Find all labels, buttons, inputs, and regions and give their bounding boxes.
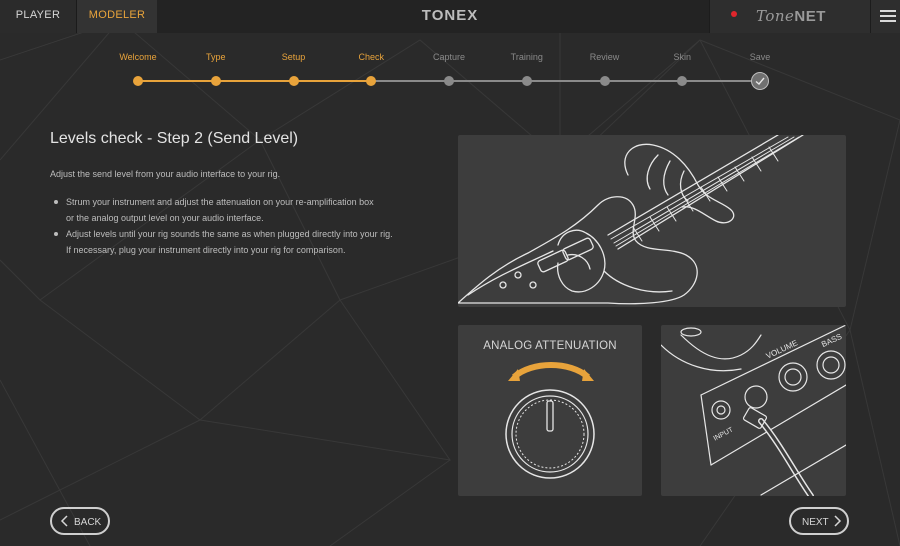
checkmark-icon: [755, 77, 765, 85]
list-item-line: Adjust levels until your rig sounds the …: [66, 229, 393, 239]
chevron-left-icon: [60, 515, 68, 527]
guitar-strumming-illustration: [458, 135, 846, 307]
step-label-skin: Skin: [673, 52, 691, 62]
step-label-save: Save: [749, 52, 771, 62]
tonenet-logo-script: Tone: [756, 7, 795, 25]
stepper-connector: [215, 80, 294, 82]
step-dot-welcome[interactable]: [133, 76, 143, 86]
step-label-check: Check: [358, 52, 384, 62]
next-button-label: NEXT: [802, 517, 829, 528]
page-title: Levels check - Step 2 (Send Level): [50, 130, 299, 147]
step-dot-capture[interactable]: [444, 76, 454, 86]
step-dot-setup[interactable]: [288, 76, 299, 86]
tonex-logo: TONEX: [421, 7, 479, 24]
step-label-training: Training: [510, 52, 543, 62]
step-label-welcome: Welcome: [119, 52, 157, 62]
bullet-icon: [54, 232, 58, 236]
step-label-setup: Setup: [281, 52, 306, 62]
list-item-line: Strum your instrument and adjust the att…: [66, 197, 374, 207]
back-button-label: BACK: [74, 517, 102, 528]
step-dot-training[interactable]: [521, 76, 532, 86]
list-item: Strum your instrument and adjust the att…: [50, 194, 440, 226]
tab-player[interactable]: PLAYER: [0, 0, 77, 33]
bullet-icon: [54, 200, 58, 204]
list-item: Adjust levels until your rig sounds the …: [50, 226, 440, 258]
list-item-line: If necessary, plug your instrument direc…: [66, 245, 346, 255]
top-bar: PLAYER MODELER TONEX ToneNET: [0, 0, 900, 33]
stepper-connector: [138, 80, 216, 82]
stepper-connector: [526, 80, 605, 82]
stepper-connector: [604, 80, 683, 82]
stepper-connector: [682, 80, 760, 82]
tab-modeler[interactable]: MODELER: [77, 0, 157, 33]
tonenet-logo-bold: NET: [794, 8, 826, 25]
step-dot-type[interactable]: [210, 76, 221, 86]
step-label-type: Type: [205, 52, 226, 62]
stepper-connector: [371, 80, 449, 82]
step-label-review: Review: [589, 52, 620, 62]
back-button[interactable]: BACK: [50, 507, 110, 535]
stepper-connector: [449, 80, 527, 82]
step-label-capture: Capture: [432, 52, 466, 62]
next-button[interactable]: NEXT: [789, 507, 849, 535]
record-indicator-icon: [731, 11, 737, 17]
chevron-right-icon: [834, 515, 842, 527]
instruction-list: Strum your instrument and adjust the att…: [50, 194, 440, 258]
tonenet-logo[interactable]: ToneNET: [756, 7, 826, 25]
hamburger-menu-icon[interactable]: [870, 0, 900, 33]
step-dot-save[interactable]: [751, 72, 769, 90]
top-right-area: ToneNET: [709, 0, 900, 33]
intro-text: Adjust the send level from your audio in…: [50, 169, 281, 179]
stepper-connector: [293, 80, 372, 82]
amp-input-illustration: VOLUME BASS INPUT: [661, 325, 846, 496]
step-dot-review[interactable]: [599, 76, 610, 86]
analog-attenuation-illustration: ANALOG ATTENUATION: [458, 325, 642, 496]
list-item-line: or the analog output level on your audio…: [66, 213, 264, 223]
